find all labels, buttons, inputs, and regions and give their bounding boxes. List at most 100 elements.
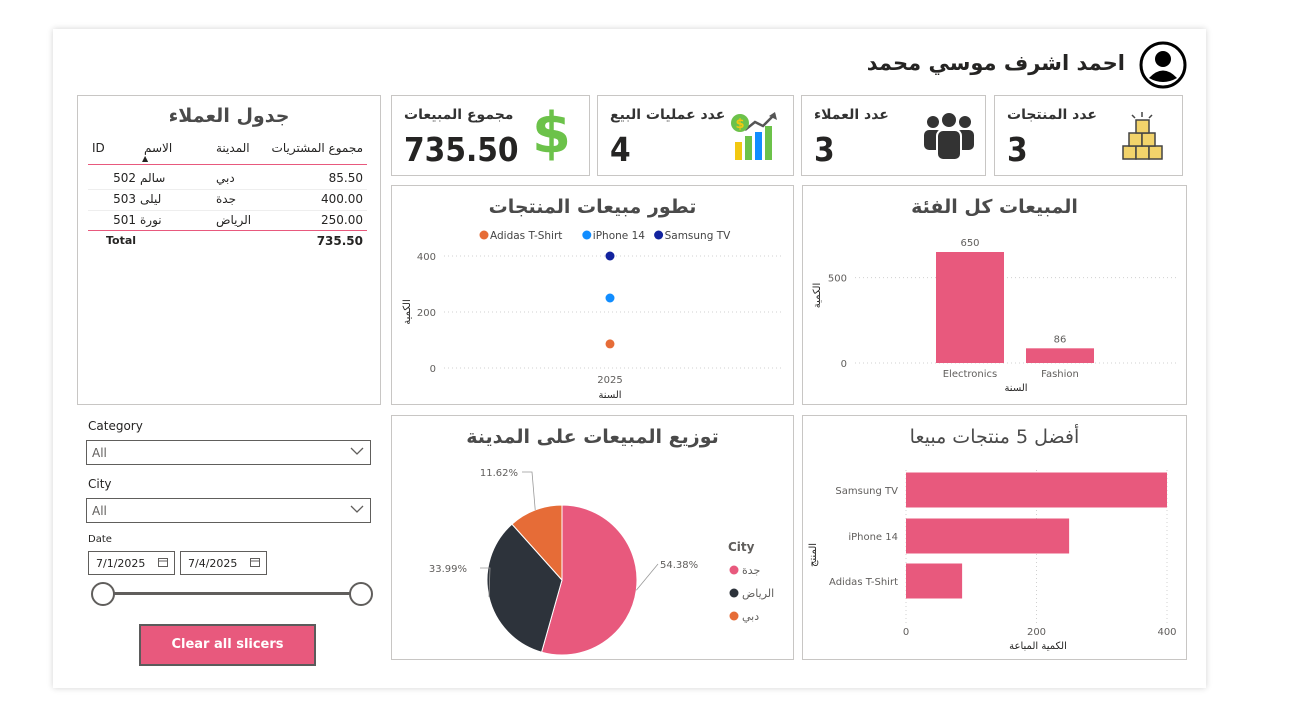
table-row[interactable]: 502 سالم دبي 85.50	[88, 168, 367, 190]
city-distribution-title: توزيع المبيعات على المدينة	[466, 426, 719, 448]
chevron-down-icon	[350, 505, 364, 513]
report-canvas: احمد اشرف موسي محمد مجموع المبيعات 735.5…	[53, 29, 1206, 688]
legend-marker	[729, 588, 739, 598]
customers-table-title: جدول العملاء	[168, 105, 290, 127]
people-icon	[921, 108, 977, 164]
legend-marker	[729, 565, 739, 575]
product-sales-trend-chart: Adidas T-Shirt iPhone 14 Samsung TV 0 200 400…	[402, 230, 784, 401]
legend-marker	[729, 611, 739, 621]
cell-name: سالم	[140, 171, 166, 185]
y-axis-title: الكمية	[812, 283, 823, 309]
cell-city: دبي	[216, 171, 235, 185]
start-date-input[interactable]: 7/1/2025	[88, 551, 175, 575]
bar	[906, 563, 963, 599]
cell-total: 400.00	[321, 192, 363, 206]
bar	[906, 518, 1070, 554]
chevron-down-icon	[350, 447, 364, 455]
legend-label: Adidas T-Shirt	[490, 230, 562, 242]
y-axis-title: المنتج	[808, 543, 819, 567]
y-tick-label: 0	[430, 364, 436, 375]
leader-line	[635, 563, 659, 591]
x-tick-label: Electronics	[943, 369, 998, 380]
date-slicer-label: Date	[88, 534, 112, 545]
table-row[interactable]: 501 نورة الرياض 250.00	[88, 210, 367, 231]
header-divider	[88, 164, 367, 165]
category-sales-title: المبيعات كل الفئة	[911, 196, 1078, 218]
data-label: 86	[1054, 334, 1067, 345]
y-tick-label: 200	[417, 308, 436, 319]
x-tick-label: Fashion	[1041, 369, 1079, 380]
data-label: 650	[960, 238, 979, 249]
col-header-id[interactable]: ID	[92, 141, 105, 155]
x-axis-title: السنة	[598, 390, 621, 401]
end-date-input[interactable]: 7/4/2025	[180, 551, 267, 575]
total-label: Total	[106, 234, 137, 247]
legend-label: iPhone 14	[593, 230, 645, 242]
legend-label: دبي	[742, 610, 759, 623]
date-range-start-handle[interactable]	[91, 582, 115, 606]
kpi-total-sales-value: 735.50	[404, 130, 519, 169]
cell-name: ليلى	[140, 192, 162, 206]
legend-label: جدة	[742, 564, 760, 577]
y-tick-label: 400	[417, 252, 436, 263]
category-sales-chart: 0 500 650 Electronics 86 Fashion السنة الكمية	[812, 238, 1177, 394]
cell-total: 250.00	[321, 213, 363, 227]
cell-city: الرياض	[216, 213, 252, 227]
top-products-title: أفضل 5 منتجات مبيعا	[909, 426, 1080, 448]
city-dropdown[interactable]: All	[86, 498, 371, 523]
legend-marker	[479, 230, 489, 240]
kpi-products-count: عدد المنتجات 3	[994, 95, 1183, 176]
calendar-icon[interactable]	[250, 557, 260, 567]
kpi-customers-count: عدد العملاء 3	[801, 95, 986, 176]
dollar-icon: $	[532, 101, 571, 166]
cell-name: نورة	[140, 213, 162, 227]
top-products-panel: أفضل 5 منتجات مبيعا 0 200 400 Samsung TV iPh…	[802, 415, 1187, 660]
kpi-customers-count-label: عدد العملاء	[814, 107, 889, 123]
city-slicer-label: City	[88, 477, 112, 491]
total-divider	[88, 230, 367, 231]
legend-marker	[582, 230, 592, 240]
boxes-icon	[1120, 110, 1166, 162]
user-name: احمد اشرف موسي محمد	[866, 51, 1125, 75]
x-tick-label: 400	[1157, 627, 1176, 638]
y-tick-label: iPhone 14	[848, 532, 898, 543]
data-point	[605, 339, 615, 349]
sales-growth-icon: $	[731, 110, 781, 162]
product-sales-trend-panel: تطور مبيعات المنتجات Adidas T-Shirt iPhon…	[391, 185, 794, 405]
cell-total: 85.50	[328, 171, 363, 185]
cell-city: جدة	[216, 192, 237, 206]
kpi-sales-count-label: عدد عمليات البيع	[610, 107, 726, 123]
col-header-city[interactable]: المدينة	[216, 141, 250, 155]
data-label: 33.99%	[429, 564, 467, 575]
col-header-total[interactable]: مجموع المشتريات	[272, 141, 363, 155]
category-sales-panel: المبيعات كل الفئة 0 500 650 Electronics 86 Fa…	[802, 185, 1187, 405]
cell-id: 501	[113, 213, 136, 227]
x-tick-label: 0	[903, 627, 909, 638]
start-date-value: 7/1/2025	[96, 557, 146, 570]
date-range-end-handle[interactable]	[349, 582, 373, 606]
col-header-name[interactable]: الاسم	[144, 141, 172, 155]
x-tick-label: 2025	[597, 375, 622, 386]
user-avatar-icon	[1139, 41, 1187, 89]
category-dropdown-value: All	[92, 446, 107, 460]
city-dropdown-value: All	[92, 504, 107, 518]
bar	[936, 252, 1004, 363]
y-tick-label: 500	[828, 274, 847, 285]
table-row[interactable]: 503 ليلى جدة 400.00	[88, 189, 367, 211]
legend-label: الرياض	[742, 587, 774, 600]
leader-line	[522, 471, 536, 510]
kpi-sales-count-value: 4	[610, 130, 631, 169]
category-slicer-label: Category	[88, 419, 143, 433]
kpi-customers-count-value: 3	[814, 130, 835, 169]
calendar-icon[interactable]	[158, 557, 168, 567]
data-label: 11.62%	[480, 468, 518, 479]
date-range-track[interactable]	[102, 592, 361, 595]
kpi-total-sales: مجموع المبيعات 735.50 $	[391, 95, 590, 176]
legend-label: Samsung TV	[665, 230, 732, 242]
end-date-value: 7/4/2025	[188, 557, 238, 570]
data-point	[605, 251, 615, 261]
customers-table-panel: جدول العملاء ID الاسم ▲ المدينة مجموع ال…	[77, 95, 381, 405]
y-axis-title: الكمية	[402, 299, 413, 325]
clear-slicers-button[interactable]: Clear all slicers	[139, 624, 316, 666]
category-dropdown[interactable]: All	[86, 440, 371, 465]
